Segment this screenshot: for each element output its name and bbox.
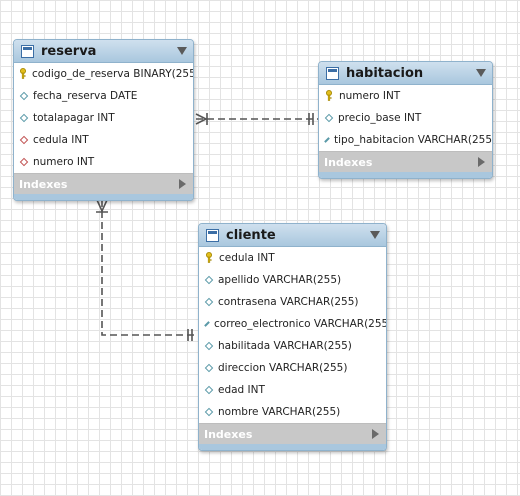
table-header-reserva[interactable]: reserva	[14, 40, 193, 63]
column-label: precio_base INT	[338, 112, 422, 124]
indexes-label: Indexes	[19, 177, 68, 191]
column-icon	[324, 137, 330, 143]
indexes-section-habitacion[interactable]: Indexes	[319, 151, 492, 172]
column-label: habilitada VARCHAR(255)	[218, 340, 352, 352]
column-icon	[204, 363, 214, 373]
indexes-label: Indexes	[324, 155, 373, 169]
column-icon	[324, 113, 334, 123]
column-row[interactable]: habilitada VARCHAR(255)	[199, 335, 386, 357]
table-footer	[199, 444, 386, 450]
indexes-label: Indexes	[204, 427, 253, 441]
column-row[interactable]: precio_base INT	[319, 107, 492, 129]
column-icon	[204, 321, 210, 327]
column-row[interactable]: contrasena VARCHAR(255)	[199, 291, 386, 313]
column-row[interactable]: nombre VARCHAR(255)	[199, 401, 386, 423]
indexes-section-cliente[interactable]: Indexes	[199, 423, 386, 444]
column-label: cedula INT	[219, 252, 275, 264]
table-header-habitacion[interactable]: habitacion	[319, 62, 492, 85]
column-row[interactable]: edad INT	[199, 379, 386, 401]
column-row[interactable]: totalapagar INT	[14, 107, 193, 129]
foreign-key-icon	[19, 157, 29, 167]
relationship-reserva-cliente	[101, 200, 198, 336]
table-footer	[14, 194, 193, 200]
column-row[interactable]: correo_electronico VARCHAR(255)	[199, 313, 386, 335]
primary-key-icon	[204, 251, 214, 265]
column-label: contrasena VARCHAR(255)	[218, 296, 359, 308]
foreign-key-icon	[19, 135, 29, 145]
column-label: cedula INT	[33, 134, 89, 146]
table-title-reserva: reserva	[41, 43, 97, 59]
column-icon	[204, 297, 214, 307]
column-list-habitacion: numero INT precio_base INT tipo_habitacion…	[319, 85, 492, 151]
indexes-section-reserva[interactable]: Indexes	[14, 173, 193, 194]
column-icon	[204, 385, 214, 395]
table-icon	[206, 228, 219, 242]
column-row[interactable]: codigo_de_reserva BINARY(255)	[14, 63, 193, 85]
table-title-habitacion: habitacion	[346, 65, 424, 81]
column-row[interactable]: direccion VARCHAR(255)	[199, 357, 386, 379]
column-row[interactable]: numero INT	[319, 85, 492, 107]
column-icon	[204, 341, 214, 351]
column-icon	[204, 275, 214, 285]
column-label: totalapagar INT	[33, 112, 115, 124]
column-label: direccion VARCHAR(255)	[218, 362, 348, 374]
column-list-reserva: codigo_de_reserva BINARY(255) fecha_reser…	[14, 63, 193, 173]
collapse-arrow-icon[interactable]	[177, 47, 187, 55]
column-icon	[19, 113, 29, 123]
table-title-cliente: cliente	[226, 227, 276, 243]
column-icon	[204, 407, 214, 417]
column-label: numero INT	[339, 90, 401, 102]
table-header-cliente[interactable]: cliente	[199, 224, 386, 247]
expand-arrow-icon[interactable]	[179, 179, 186, 189]
column-row[interactable]: cedula INT	[14, 129, 193, 151]
column-row[interactable]: apellido VARCHAR(255)	[199, 269, 386, 291]
primary-key-icon	[19, 67, 27, 81]
column-list-cliente: cedula INT apellido VARCHAR(255) contrasen…	[199, 247, 386, 423]
column-label: numero INT	[33, 156, 95, 168]
column-row[interactable]: numero INT	[14, 151, 193, 173]
column-label: fecha_reserva DATE	[33, 90, 138, 102]
table-icon	[21, 44, 34, 58]
column-row[interactable]: tipo_habitacion VARCHAR(255)	[319, 129, 492, 151]
column-icon	[19, 91, 29, 101]
collapse-arrow-icon[interactable]	[476, 69, 486, 77]
column-row[interactable]: fecha_reserva DATE	[14, 85, 193, 107]
table-footer	[319, 172, 492, 178]
table-reserva[interactable]: reserva codigo_de_reserva BINARY(255) fec…	[13, 39, 194, 201]
primary-key-icon	[324, 89, 334, 103]
expand-arrow-icon[interactable]	[478, 157, 485, 167]
column-label: correo_electronico VARCHAR(255)	[214, 318, 387, 330]
column-label: apellido VARCHAR(255)	[218, 274, 342, 286]
table-icon	[326, 66, 339, 80]
column-label: codigo_de_reserva BINARY(255)	[32, 68, 194, 80]
table-cliente[interactable]: cliente cedula INT apellido VARCHAR(255) c…	[198, 223, 387, 451]
column-label: nombre VARCHAR(255)	[218, 406, 341, 418]
column-row[interactable]: cedula INT	[199, 247, 386, 269]
column-label: tipo_habitacion VARCHAR(255)	[334, 134, 493, 146]
table-habitacion[interactable]: habitacion numero INT precio_base INT tipo…	[318, 61, 493, 179]
expand-arrow-icon[interactable]	[372, 429, 379, 439]
collapse-arrow-icon[interactable]	[370, 231, 380, 239]
column-label: edad INT	[218, 384, 265, 396]
